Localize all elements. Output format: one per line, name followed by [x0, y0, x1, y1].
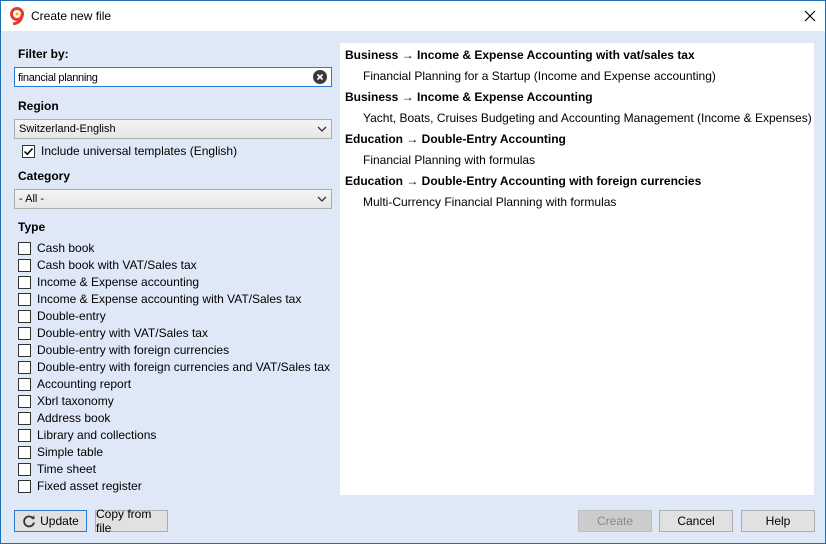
type-item-label: Double-entry	[37, 309, 106, 323]
type-checkbox[interactable]	[18, 344, 31, 357]
create-new-file-dialog: Create new file Filter by: Region Switze…	[0, 0, 826, 544]
region-label: Region	[18, 99, 59, 113]
result-group-header: Business → Income & Expense Accounting	[345, 90, 593, 104]
type-checkbox[interactable]	[18, 276, 31, 289]
type-checkbox[interactable]	[18, 361, 31, 374]
result-template-item[interactable]: Multi-Currency Financial Planning with f…	[363, 195, 616, 209]
category-selected-value: - All -	[19, 193, 45, 205]
chevron-down-icon	[317, 126, 327, 132]
close-icon	[804, 10, 816, 22]
type-item-label: Double-entry with VAT/Sales tax	[37, 326, 208, 340]
window-title: Create new file	[31, 9, 112, 23]
type-checkbox[interactable]	[18, 242, 31, 255]
type-item-label: Fixed asset register	[37, 479, 142, 493]
cancel-button-label: Cancel	[677, 514, 715, 528]
type-item-label: Time sheet	[37, 462, 96, 476]
result-group-header: Business → Income & Expense Accounting w…	[345, 48, 695, 62]
close-button[interactable]	[795, 1, 825, 31]
result-template-item[interactable]: Financial Planning for a Startup (Income…	[363, 69, 716, 83]
region-select[interactable]: Switzerland-English	[14, 119, 332, 139]
include-universal-label: Include universal templates (English)	[41, 144, 238, 158]
type-item-label: Double-entry with foreign currencies	[37, 343, 230, 357]
result-template-item[interactable]: Yacht, Boats, Cruises Budgeting and Acco…	[363, 111, 812, 125]
clear-icon	[316, 73, 324, 81]
type-item-label: Cash book	[37, 241, 95, 255]
update-button-label: Update	[40, 514, 79, 528]
type-item-label: Income & Expense accounting	[37, 275, 200, 289]
type-item-label: Cash book with VAT/Sales tax	[37, 258, 197, 272]
type-checkbox[interactable]	[18, 310, 31, 323]
type-checkbox[interactable]	[18, 429, 31, 442]
copy-from-file-button[interactable]: Copy from file	[95, 507, 168, 535]
include-universal-checkbox[interactable]	[22, 145, 35, 158]
template-results-list: Business → Income & Expense Accounting w…	[340, 43, 814, 495]
type-item-label: Xbrl taxonomy	[37, 394, 114, 408]
type-checkbox[interactable]	[18, 395, 31, 408]
create-button[interactable]: Create	[578, 510, 652, 532]
type-checkbox[interactable]	[18, 463, 31, 476]
help-button[interactable]: Help	[741, 510, 815, 532]
update-button[interactable]: Update	[14, 510, 87, 532]
type-checkbox[interactable]	[18, 327, 31, 340]
title-bar: Create new file	[1, 1, 825, 31]
type-item-label: Simple table	[37, 445, 104, 459]
category-label: Category	[18, 169, 71, 183]
type-item-label: Address book	[37, 411, 111, 425]
type-checkbox[interactable]	[18, 412, 31, 425]
checkmark-icon	[23, 147, 34, 156]
type-checkbox[interactable]	[18, 480, 31, 493]
result-group-header: Education → Double-Entry Accounting with…	[345, 174, 702, 188]
filter-search-box	[14, 67, 332, 87]
filter-label: Filter by:	[18, 47, 69, 61]
type-item-label: Income & Expense accounting with VAT/Sal…	[37, 292, 302, 306]
cancel-button[interactable]: Cancel	[659, 510, 733, 532]
result-template-item[interactable]: Financial Planning with formulas	[363, 153, 535, 167]
result-group-header: Education → Double-Entry Accounting	[345, 132, 566, 146]
banana-9-icon	[9, 7, 25, 26]
help-button-label: Help	[765, 514, 791, 528]
create-button-label: Create	[596, 514, 634, 528]
type-checkbox[interactable]	[18, 446, 31, 459]
filter-pane: Filter by: Region Switzerland-English In…	[1, 31, 339, 501]
type-item-label: Library and collections	[37, 428, 157, 442]
type-item-label: Accounting report	[37, 377, 132, 391]
refresh-icon	[23, 515, 36, 528]
type-checkbox[interactable]	[18, 378, 31, 391]
chevron-down-icon	[317, 196, 327, 202]
category-select[interactable]: - All -	[14, 189, 332, 209]
filter-input[interactable]	[18, 70, 308, 85]
type-label: Type	[18, 220, 46, 234]
type-checkbox[interactable]	[18, 293, 31, 306]
type-checkbox[interactable]	[18, 259, 31, 272]
copy-from-file-label: Copy from file	[96, 507, 152, 535]
type-item-label: Double-entry with foreign currencies and…	[37, 360, 331, 374]
region-selected-value: Switzerland-English	[19, 123, 116, 135]
clear-search-button[interactable]	[313, 70, 327, 84]
